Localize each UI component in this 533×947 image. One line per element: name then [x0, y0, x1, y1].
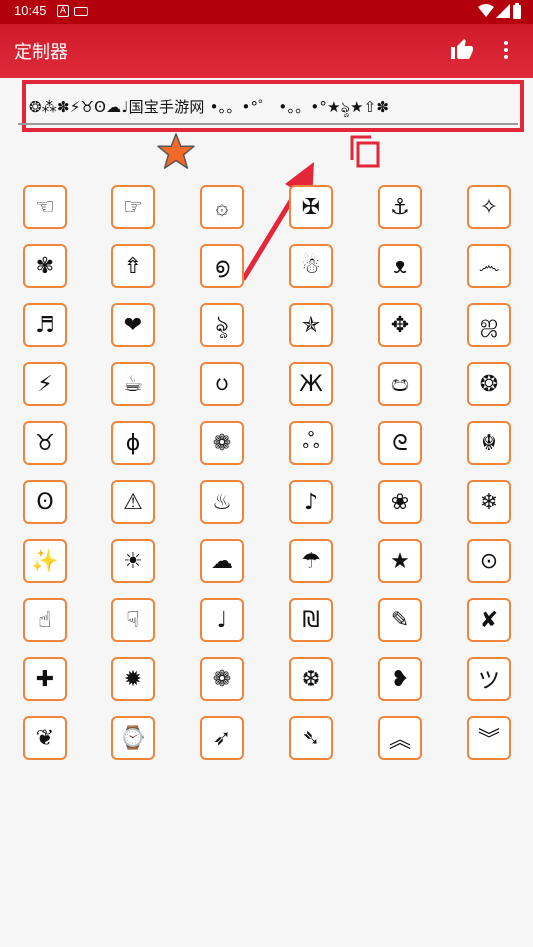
symbol-button[interactable]: ツ	[467, 657, 511, 701]
symbol-button[interactable]: ৡ	[200, 303, 244, 347]
symbol-button[interactable]: ᘓ	[378, 421, 422, 465]
symbol-button[interactable]: ➴	[289, 716, 333, 760]
symbol-button[interactable]: ☕	[111, 362, 155, 406]
symbol-button[interactable]: Ж	[289, 362, 333, 406]
symbol-button[interactable]: ஃ	[289, 421, 333, 465]
symbol-button[interactable]: ✥	[378, 303, 422, 347]
symbol-button[interactable]: ඏ	[378, 362, 422, 406]
symbol-button[interactable]: ♨	[200, 480, 244, 524]
app-bar: 定制器	[0, 24, 533, 78]
symbol-button[interactable]: ✯	[289, 303, 333, 347]
status-time: 10:45	[14, 3, 47, 18]
keyboard-icon	[74, 7, 88, 16]
symbol-button[interactable]: ⚠	[111, 480, 155, 524]
symbol-button[interactable]: ♉	[23, 421, 67, 465]
symbol-button[interactable]: ✘	[467, 598, 511, 642]
symbol-button[interactable]: ➶	[200, 716, 244, 760]
symbol-button[interactable]: ෴	[467, 244, 511, 288]
symbol-button[interactable]: ❀	[378, 480, 422, 524]
editor-underline	[18, 123, 518, 125]
symbol-button[interactable]: ★	[378, 539, 422, 583]
annotation-arrow	[241, 162, 314, 281]
symbol-button[interactable]: ❤	[111, 303, 155, 347]
symbol-button[interactable]: ♩	[200, 598, 244, 642]
symbol-button[interactable]: ⌚	[111, 716, 155, 760]
signal-icon	[496, 4, 510, 18]
notification-a-icon: A	[57, 5, 69, 17]
symbol-button[interactable]: ஜ	[467, 303, 511, 347]
symbol-button[interactable]: ☂	[289, 539, 333, 583]
symbol-button[interactable]: ☀	[111, 539, 155, 583]
symbol-button[interactable]: ☞	[111, 185, 155, 229]
symbol-button[interactable]: ❦	[23, 716, 67, 760]
battery-icon	[513, 3, 521, 19]
symbol-button[interactable]: ♪	[289, 480, 333, 524]
symbol-button[interactable]: ✾	[23, 244, 67, 288]
symbol-button[interactable]: ♬	[23, 303, 67, 347]
symbol-button[interactable]: ☁	[200, 539, 244, 583]
symbol-button[interactable]: ✠	[289, 185, 333, 229]
symbol-button[interactable]: ❄	[467, 480, 511, 524]
symbol-button[interactable]: ✨	[23, 539, 67, 583]
symbol-button[interactable]: ᨷ	[200, 362, 244, 406]
symbol-button[interactable]: ⇮	[111, 244, 155, 288]
symbol-button[interactable]: ʘ	[23, 480, 67, 524]
symbol-button[interactable]: ❂	[467, 362, 511, 406]
symbol-button[interactable]: ✚	[23, 657, 67, 701]
symbol-button[interactable]: ❆	[289, 657, 333, 701]
copy-icon[interactable]	[348, 134, 382, 168]
symbol-button[interactable]: ☜	[23, 185, 67, 229]
favorite-star-icon[interactable]	[157, 132, 195, 170]
symbol-button[interactable]: ︾	[467, 716, 511, 760]
symbol-button[interactable]: ︽	[378, 716, 422, 760]
symbol-button[interactable]: ⚓	[378, 185, 422, 229]
symbol-button[interactable]: ☝	[23, 598, 67, 642]
thumb-up-icon[interactable]	[450, 38, 474, 62]
symbol-button[interactable]: ൭	[200, 244, 244, 288]
symbol-button[interactable]: ɸ	[111, 421, 155, 465]
symbol-button[interactable]: ❥	[378, 657, 422, 701]
more-vert-icon[interactable]	[494, 38, 518, 62]
wifi-icon	[478, 4, 494, 17]
symbol-button[interactable]: ₪	[289, 598, 333, 642]
text-editor[interactable]: ❂⁂✽⚡♉ʘ☁♩国宝手游网 •。。•°゜ •。。•°★ৡ★⇧✽	[18, 80, 524, 132]
symbol-button[interactable]: ☬	[467, 421, 511, 465]
symbol-button[interactable]: ☃	[289, 244, 333, 288]
symbol-button[interactable]: ❁	[200, 421, 244, 465]
app-title: 定制器	[14, 42, 68, 63]
symbol-button[interactable]: ✹	[111, 657, 155, 701]
symbol-button[interactable]: ✧	[467, 185, 511, 229]
status-bar: 10:45 A	[0, 0, 533, 24]
symbol-button[interactable]: ☟	[111, 598, 155, 642]
editor-text: ❂⁂✽⚡♉ʘ☁♩国宝手游网 •。。•°゜ •。。•°★ৡ★⇧✽	[29, 98, 390, 116]
symbol-button[interactable]: ⊙	[467, 539, 511, 583]
symbol-button[interactable]: ⚡	[23, 362, 67, 406]
symbol-button[interactable]: ᴥ	[378, 244, 422, 288]
symbol-button[interactable]: ✎	[378, 598, 422, 642]
symbol-button[interactable]: ❁	[200, 657, 244, 701]
symbol-button[interactable]: ۞	[200, 185, 244, 229]
